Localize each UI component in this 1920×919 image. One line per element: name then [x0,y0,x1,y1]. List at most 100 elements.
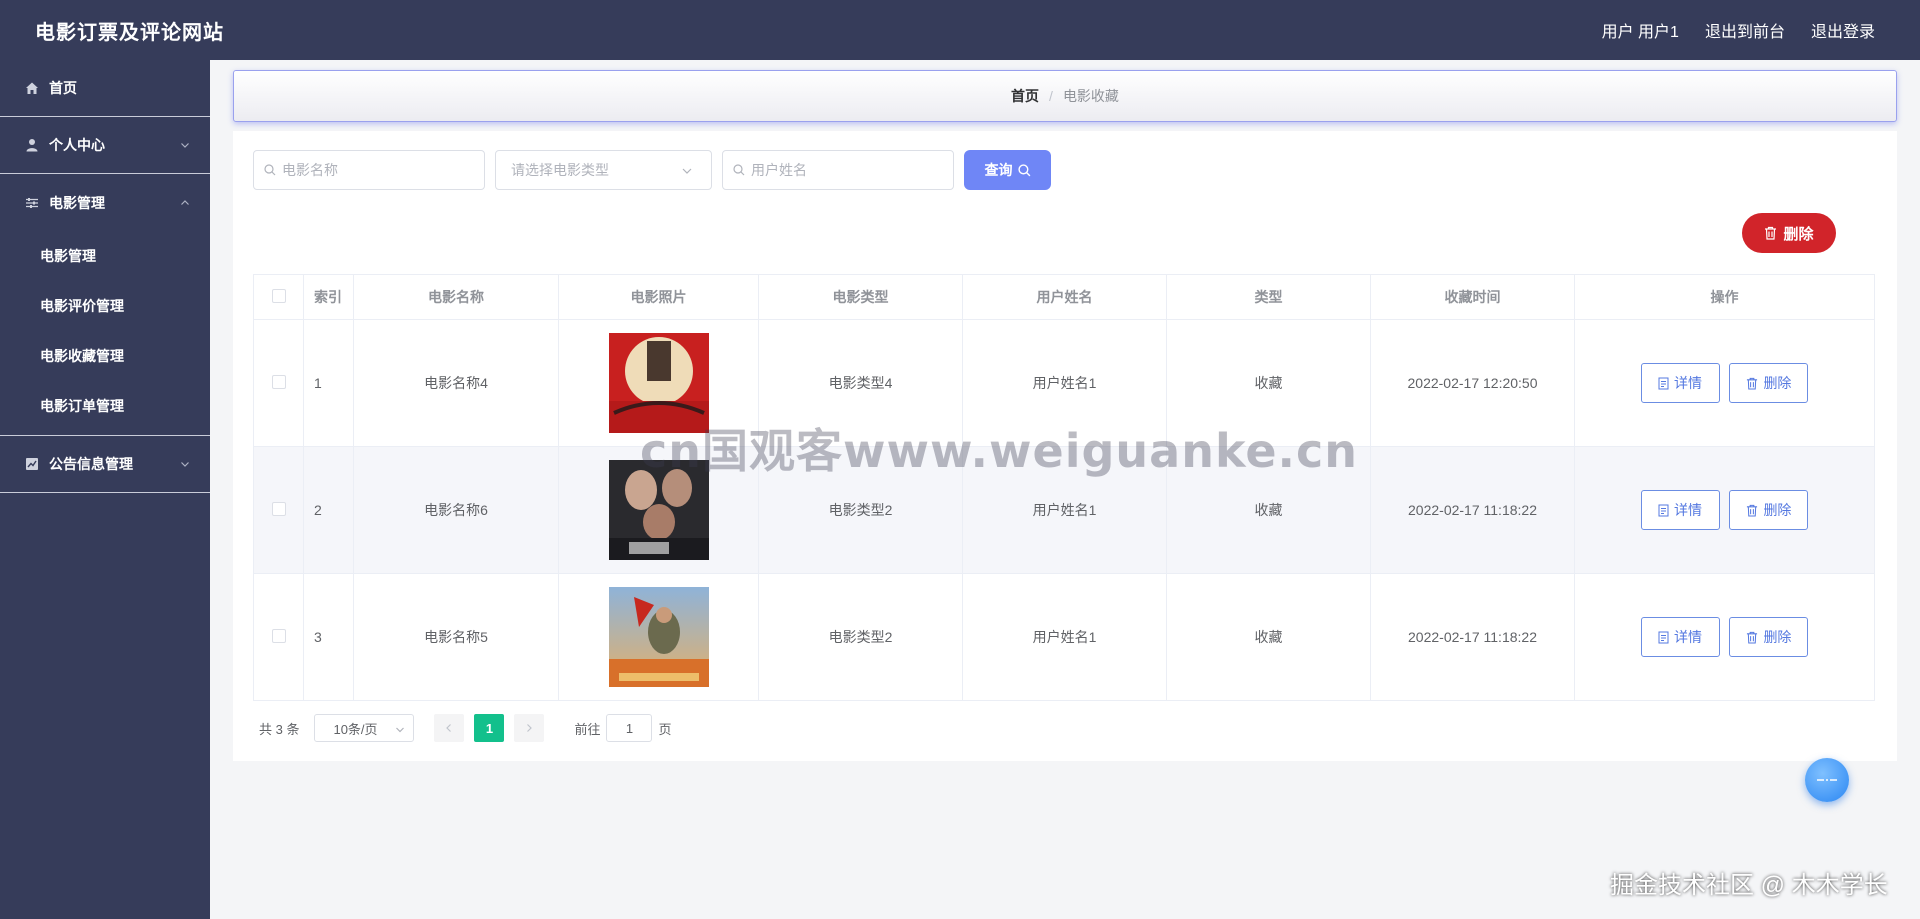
detail-button[interactable]: 详情 [1640,617,1720,657]
chevron-right-icon [527,724,533,732]
cell-user-name: 用户姓名1 [962,319,1167,447]
batch-delete-button[interactable]: 删除 [1742,213,1836,253]
goto-suffix: 页 [658,721,672,737]
user-name-input[interactable]: 用户姓名 [722,150,954,190]
document-icon [1658,631,1669,643]
select-all-checkbox[interactable] [271,288,286,303]
page-number-button[interactable]: 1 [474,714,505,742]
movie-poster-image[interactable] [608,460,709,560]
sidebar-item-movie-mgmt[interactable]: 电影管理 [0,174,210,231]
cell-favorite-time: 2022-02-17 11:18:22 [1370,446,1575,574]
dash-icon [1817,779,1837,781]
detail-button[interactable]: 详情 [1640,490,1720,530]
breadcrumb-home[interactable]: 首页 [1011,86,1039,106]
document-icon [1658,377,1669,389]
cell-movie-photo [558,573,759,701]
movie-poster-image[interactable] [608,587,709,687]
sidebar-item-home[interactable]: 首页 [0,60,210,117]
main-content: 电影名称 请选择电影类型 用户姓名 查询 删除 索引 电影名称 电影照片 电影类… [233,131,1897,761]
chevron-down-icon [181,143,189,148]
breadcrumb: 首页 / 电影收藏 [233,70,1897,122]
cell-movie-name: 电影名称6 [353,446,559,574]
chevron-down-icon [682,168,692,174]
row-select-cell [253,573,304,701]
header-index: 索引 [303,274,354,320]
site-title: 电影订票及评论网站 [35,21,224,44]
row-delete-label: 删除 [1763,375,1792,391]
trash-icon [1747,377,1758,390]
search-bar: 电影名称 请选择电影类型 用户姓名 查询 [253,150,1051,190]
goto-page-input[interactable]: 1 [606,714,653,742]
prev-page-button[interactable] [434,714,465,742]
breadcrumb-separator: / [1049,88,1053,104]
table-row: 1 电影名称4 电影类型4 用户姓名1 收藏 2022-02-17 12:20:… [253,319,1875,447]
user-label: 用户 用户1 [1601,24,1679,41]
row-delete-label: 删除 [1763,502,1792,518]
cell-index: 2 [303,446,354,574]
pagination-total: 共 3 条 [259,721,300,737]
user-name-placeholder: 用户姓名 [751,162,807,178]
movie-type-placeholder: 请选择电影类型 [511,162,609,178]
chevron-down-icon [181,462,189,467]
header-movie-name: 电影名称 [353,274,559,320]
query-label: 查询 [984,162,1013,178]
back-front-link[interactable]: 退出到前台 [1705,18,1785,42]
sidebar-subitem-favorite[interactable]: 电影收藏管理 [0,331,210,381]
pagination: 共 3 条 10条/页 1 前往 1 页 [259,714,672,742]
sidebar-item-notice[interactable]: 公告信息管理 [0,436,210,493]
detail-label: 详情 [1674,502,1703,518]
row-delete-button[interactable]: 删除 [1729,490,1809,530]
cell-movie-photo [558,446,759,574]
goto-prefix: 前往 [574,721,601,737]
movie-poster-image[interactable] [608,333,709,433]
trash-icon [1747,631,1758,644]
query-button[interactable]: 查询 [964,150,1051,190]
movie-type-select[interactable]: 请选择电影类型 [495,150,712,190]
row-delete-button[interactable]: 删除 [1729,617,1809,657]
search-icon [264,164,276,176]
breadcrumb-current: 电影收藏 [1062,88,1119,104]
batch-delete-label: 删除 [1783,225,1814,243]
header-user-name: 用户姓名 [962,274,1167,320]
floating-assist-button[interactable] [1805,758,1849,802]
sidebar-subitem-movie[interactable]: 电影管理 [0,231,210,281]
detail-button[interactable]: 详情 [1640,363,1720,403]
cell-movie-type: 电影类型2 [758,446,963,574]
header-favorite-time: 收藏时间 [1370,274,1575,320]
cell-user-name: 用户姓名1 [962,446,1167,574]
cell-movie-name: 电影名称5 [353,573,559,701]
sidebar-item-label: 个人中心 [49,137,105,153]
chevron-down-icon [396,727,405,733]
row-checkbox[interactable] [271,374,286,389]
row-delete-label: 删除 [1763,629,1792,645]
sidebar-subitem-review[interactable]: 电影评价管理 [0,281,210,331]
logout-link[interactable]: 退出登录 [1811,18,1875,42]
sidebar-item-label: 首页 [49,80,77,96]
detail-label: 详情 [1674,629,1703,645]
trash-icon [1765,226,1777,240]
cell-movie-type: 电影类型2 [758,573,963,701]
credit-text: 掘金技术社区 @ 木木学长 [1610,872,1888,899]
row-delete-button[interactable]: 删除 [1729,363,1809,403]
sidebar-subitem-order[interactable]: 电影订单管理 [0,381,210,431]
sidebar-item-personal[interactable]: 个人中心 [0,117,210,174]
header-actions: 操作 [1574,274,1875,320]
movie-name-input[interactable]: 电影名称 [253,150,485,190]
cell-movie-photo [558,319,759,447]
cell-index: 1 [303,319,354,447]
header-movie-photo: 电影照片 [558,274,759,320]
page-size-select[interactable]: 10条/页 [314,714,415,742]
row-checkbox[interactable] [271,628,286,643]
cell-favorite-time: 2022-02-17 11:18:22 [1370,573,1575,701]
search-icon [733,164,745,176]
header-kind: 类型 [1166,274,1371,320]
next-page-button[interactable] [514,714,545,742]
document-icon [1658,504,1669,516]
row-checkbox[interactable] [271,501,286,516]
chart-icon [24,456,40,472]
header-links: 用户 用户1 退出到前台 退出登录 [1602,18,1875,42]
table-header-row: 索引 电影名称 电影照片 电影类型 用户姓名 类型 收藏时间 操作 [253,274,1875,320]
goto-page: 前往 1 页 [574,714,672,742]
select-all-cell [253,274,304,320]
detail-label: 详情 [1674,375,1703,391]
